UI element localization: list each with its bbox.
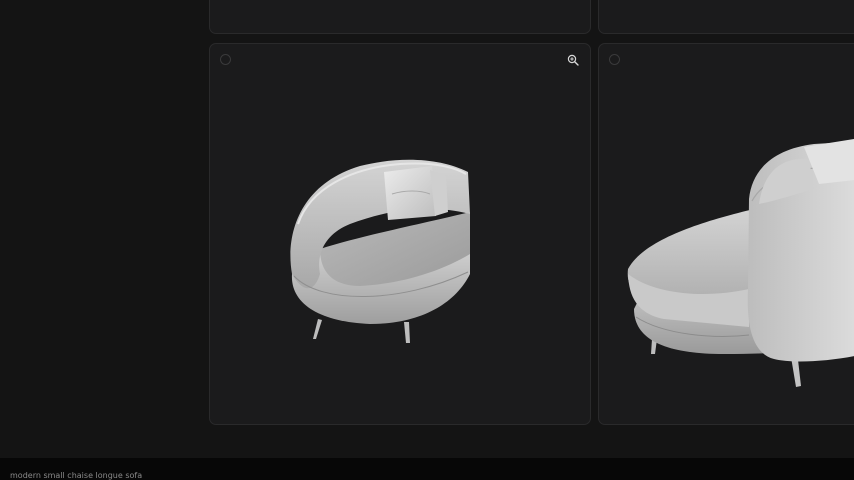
- chaise-longue-model: [290, 159, 470, 343]
- select-radio[interactable]: [220, 54, 231, 65]
- result-card-2[interactable]: [598, 43, 854, 425]
- zoom-in-icon[interactable]: [567, 54, 579, 66]
- caption-bar: modern small chaise longue sofa: [0, 458, 854, 480]
- result-card-1[interactable]: [209, 43, 591, 425]
- select-radio[interactable]: [609, 54, 620, 65]
- result-card-top-2[interactable]: [598, 0, 854, 34]
- chaise-longue-model: [627, 139, 854, 387]
- results-gallery: [0, 0, 854, 458]
- search-query-caption: modern small chaise longue sofa: [10, 471, 143, 480]
- result-card-top-1[interactable]: [209, 0, 591, 34]
